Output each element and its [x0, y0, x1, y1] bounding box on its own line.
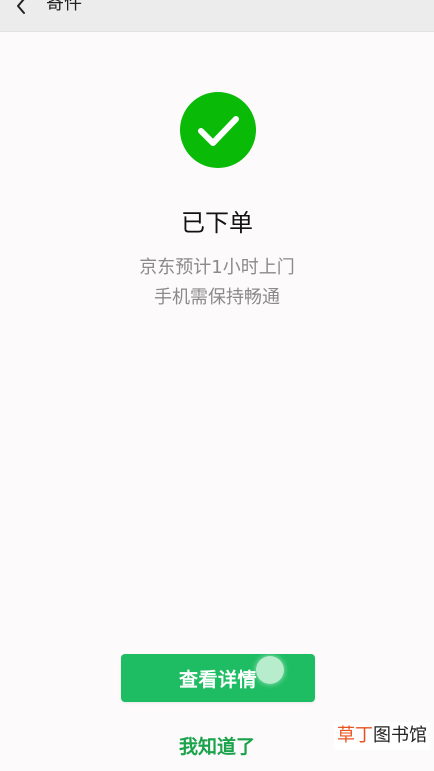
- checkmark-icon: [198, 116, 239, 146]
- phone-notice-text: 手机需保持畅通: [154, 287, 280, 308]
- watermark-part1: 草丁: [337, 725, 373, 746]
- got-it-label: 我知道了: [178, 735, 255, 758]
- watermark-part2: 图书馆: [373, 725, 427, 746]
- touch-indicator: [256, 656, 284, 684]
- view-details-label: 查看详情: [178, 668, 257, 691]
- view-details-button[interactable]: 查看详情: [121, 654, 315, 702]
- page-title: 寄件: [46, 0, 82, 14]
- got-it-button[interactable]: 我知道了: [117, 728, 317, 762]
- status-title: 已下单: [181, 209, 253, 237]
- watermark: 草丁 图书馆: [334, 722, 430, 750]
- success-badge: [180, 92, 256, 168]
- back-button[interactable]: [10, 0, 34, 18]
- chevron-left-icon: [17, 0, 25, 14]
- pickup-time-text: 京东预计1小时上门: [139, 257, 295, 278]
- nav-bar: 寄件: [0, 0, 434, 32]
